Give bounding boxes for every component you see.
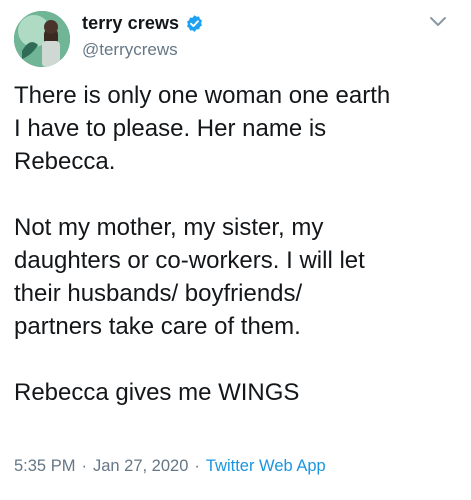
handle[interactable]: @terrycrews	[82, 40, 178, 60]
tweet-card: terry crews @terrycrews There is only on…	[0, 0, 471, 500]
meta-separator: ·	[194, 457, 200, 475]
chevron-down-icon[interactable]	[428, 15, 448, 29]
meta-separator: ·	[81, 457, 87, 475]
display-name[interactable]: terry crews	[82, 13, 179, 34]
tweet-metadata: 5:35 PM · Jan 27, 2020 · Twitter Web App	[14, 457, 326, 476]
tweet-line: daughters or co-workers. I will let	[14, 247, 365, 274]
tweet-paragraph: There is only one woman one earth I have…	[14, 79, 459, 178]
tweet-date[interactable]: Jan 27, 2020	[93, 457, 188, 476]
tweet-line: their husbands/ boyfriends/	[14, 280, 303, 307]
tweet-line: Rebecca.	[14, 148, 116, 175]
tweet-line: Rebecca gives me WINGS	[14, 379, 300, 406]
avatar-image	[14, 11, 70, 67]
tweet-text: There is only one woman one earth I have…	[14, 79, 459, 409]
tweet-source-link[interactable]: Twitter Web App	[206, 457, 326, 476]
author-name-row: terry crews	[82, 13, 204, 34]
verified-badge-icon	[185, 14, 204, 33]
tweet-line: There is only one woman one earth	[14, 82, 391, 109]
tweet-paragraph: Rebecca gives me WINGS	[14, 376, 459, 409]
tweet-time[interactable]: 5:35 PM	[14, 457, 75, 476]
tweet-line: I have to please. Her name is	[14, 115, 327, 142]
tweet-line: Not my mother, my sister, my	[14, 214, 324, 241]
avatar[interactable]	[14, 11, 70, 67]
tweet-line: partners take care of them.	[14, 313, 301, 340]
tweet-paragraph: Not my mother, my sister, my daughters o…	[14, 211, 459, 343]
